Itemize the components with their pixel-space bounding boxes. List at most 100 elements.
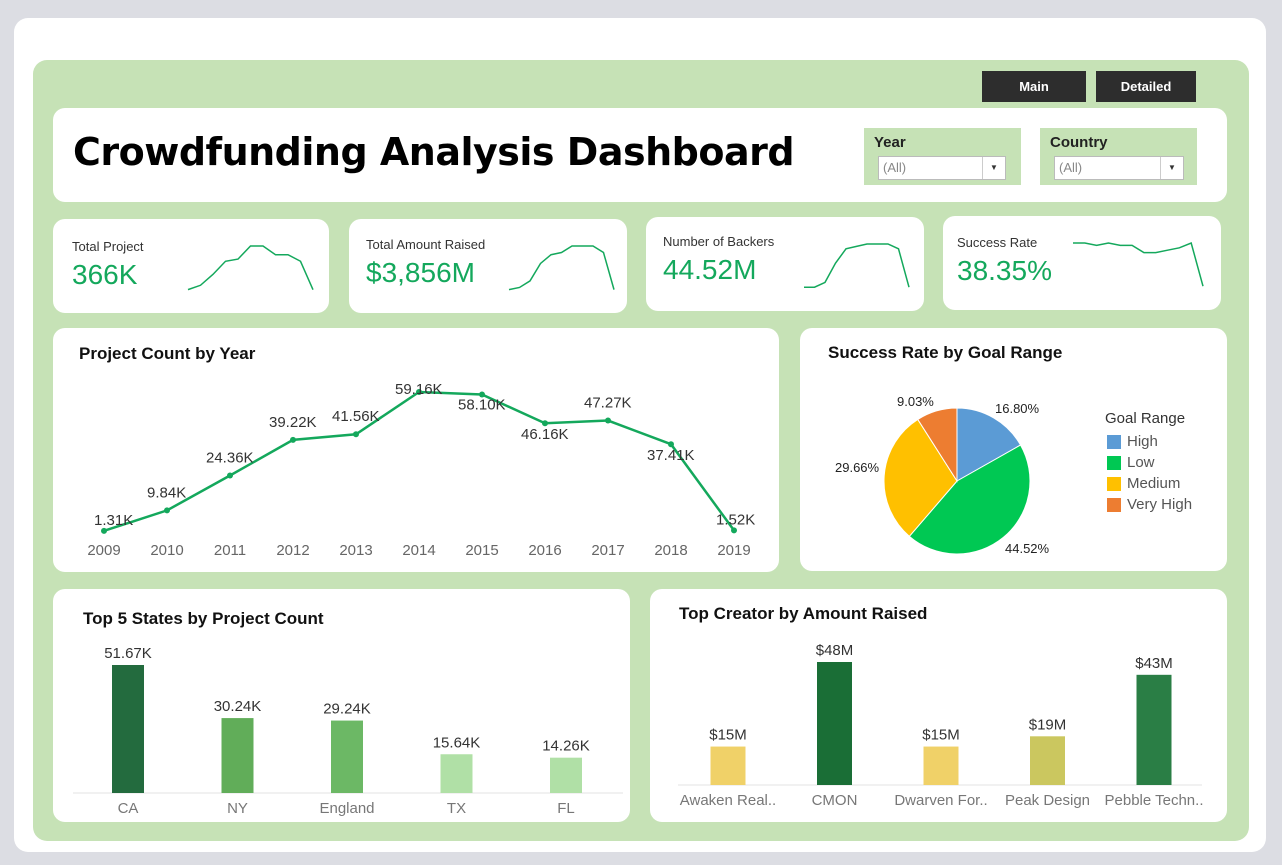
slice-label: 16.80%	[995, 401, 1040, 416]
legend-label: Medium	[1127, 475, 1181, 492]
sparkline	[1073, 241, 1204, 287]
chevron-down-icon[interactable]: ▼	[1160, 157, 1183, 179]
data-point	[164, 507, 170, 514]
kpi-card-success-rate: Success Rate 38.35%	[943, 216, 1221, 310]
country-select[interactable]: (All) ▼	[1054, 156, 1184, 180]
data-label: 58.10K	[458, 397, 506, 414]
project-count-line-chart: 1.31K 2009 9.84K 2010 24.36K 2011 39.22K 2012 41…	[87, 381, 755, 559]
legend-item[interactable]: High	[1107, 433, 1158, 450]
legend-title: Goal Range	[1105, 410, 1186, 427]
bar	[440, 754, 473, 793]
data-label: 1.31K	[94, 512, 133, 529]
top-creator-bar-chart: $15M Awaken Real.. $48M CMON $15M Dwarven For…	[678, 642, 1204, 809]
kpi-value: 44.52M	[663, 254, 757, 285]
sparkline-path	[804, 243, 910, 288]
legend-label: Low	[1127, 454, 1155, 471]
country-filter: Country (All) ▼	[1040, 128, 1197, 185]
series-line	[103, 390, 736, 533]
data-label: $15M	[709, 727, 747, 744]
data-label: 59.16K	[395, 381, 443, 398]
top-states-bar-chart: 51.67K CA 30.24K NY 29.24K England 15.64K TX 14.…	[73, 645, 623, 817]
x-tick-label: CMON	[812, 792, 858, 809]
data-label: 39.22K	[269, 414, 317, 431]
data-label: 51.67K	[104, 645, 152, 662]
page-title: Crowdfunding Analysis Dashboard	[73, 130, 795, 174]
x-tick-label: 2019	[717, 542, 750, 559]
sparkline-path	[187, 245, 314, 291]
bar	[923, 746, 959, 785]
x-tick-label: 2009	[87, 542, 120, 559]
bar	[1136, 674, 1172, 785]
legend-item[interactable]: Very High	[1107, 496, 1192, 513]
x-tick-label: NY	[227, 800, 248, 817]
bar	[710, 746, 746, 785]
bar	[550, 757, 582, 793]
kpi-value: $3,856M	[366, 257, 475, 288]
x-tick-label: 2010	[150, 542, 183, 559]
data-label: $15M	[922, 727, 960, 744]
kpi-label: Total Amount Raised	[366, 237, 486, 252]
project-count-by-year-card: Project Count by Year 1.31K 2009 9.84K 2010…	[53, 328, 779, 572]
year-filter-label: Year	[874, 134, 906, 151]
bar	[1030, 736, 1065, 785]
x-tick-label: England	[319, 800, 374, 817]
x-tick-label: 2015	[465, 542, 498, 559]
kpi-value: 366K	[72, 259, 138, 290]
legend-label: High	[1127, 433, 1158, 450]
country-select-value: (All)	[1059, 160, 1083, 175]
legend-swatch	[1107, 434, 1121, 449]
data-label: 29.24K	[323, 701, 371, 718]
kpi-card-backers: Number of Backers 44.52M	[646, 217, 924, 311]
data-label: 37.41K	[647, 447, 695, 464]
data-point	[605, 417, 611, 424]
kpi-card-total-project: Total Project 366K	[53, 219, 329, 313]
legend-swatch	[1107, 497, 1121, 512]
slice-label: 44.52%	[1005, 541, 1050, 556]
x-tick-label: Awaken Real..	[680, 792, 776, 809]
x-tick-label: 2016	[528, 542, 561, 559]
data-label: 24.36K	[206, 450, 254, 467]
top-states-card: Top 5 States by Project Count 51.67K CA 30…	[53, 589, 630, 822]
x-tick-label: FL	[557, 800, 575, 817]
x-tick-label: Pebble Techn..	[1105, 792, 1204, 809]
detailed-tab-button[interactable]: Detailed	[1096, 71, 1196, 102]
data-point	[227, 472, 233, 479]
legend-label: Very High	[1127, 496, 1193, 513]
x-tick-label: 2018	[654, 542, 687, 559]
sparkline-path	[508, 245, 615, 291]
data-label: 47.27K	[584, 395, 632, 412]
kpi-label: Success Rate	[957, 235, 1038, 250]
data-label: $43M	[1135, 655, 1173, 672]
legend-item[interactable]: Medium	[1107, 475, 1180, 492]
data-label: $19M	[1029, 716, 1067, 733]
slice-label: 9.03%	[897, 394, 934, 409]
year-select[interactable]: (All) ▼	[878, 156, 1006, 180]
year-filter: Year (All) ▼	[864, 128, 1021, 185]
data-point	[353, 431, 359, 438]
data-label: 14.26K	[542, 738, 590, 755]
goal-range-pie-chart: 16.80% 44.52% 29.66% 9.03%	[835, 394, 1050, 556]
country-filter-label: Country	[1050, 134, 1108, 151]
chevron-down-icon[interactable]: ▼	[982, 157, 1005, 179]
data-label: 9.84K	[147, 484, 186, 501]
legend-swatch	[1107, 455, 1121, 470]
legend-swatch	[1107, 476, 1121, 491]
sparkline	[508, 245, 615, 291]
year-select-value: (All)	[883, 160, 907, 175]
legend-item[interactable]: Low	[1107, 454, 1155, 471]
kpi-label: Number of Backers	[663, 234, 775, 249]
sparkline-path	[1073, 241, 1204, 287]
x-tick-label: 2017	[591, 542, 624, 559]
top-creator-card: Top Creator by Amount Raised $15M Awaken …	[650, 589, 1227, 822]
kpi-value: 38.35%	[957, 255, 1052, 286]
sparkline	[187, 245, 314, 291]
main-tab-button[interactable]: Main	[982, 71, 1086, 102]
data-label: 46.16K	[521, 426, 569, 443]
kpi-label: Total Project	[72, 239, 144, 254]
data-label: 1.52K	[716, 511, 755, 528]
slice-label: 29.66%	[835, 460, 880, 475]
bar	[817, 662, 852, 785]
x-tick-label: 2014	[402, 542, 435, 559]
x-tick-label: Peak Design	[1005, 792, 1090, 809]
x-tick-label: Dwarven For..	[894, 792, 987, 809]
